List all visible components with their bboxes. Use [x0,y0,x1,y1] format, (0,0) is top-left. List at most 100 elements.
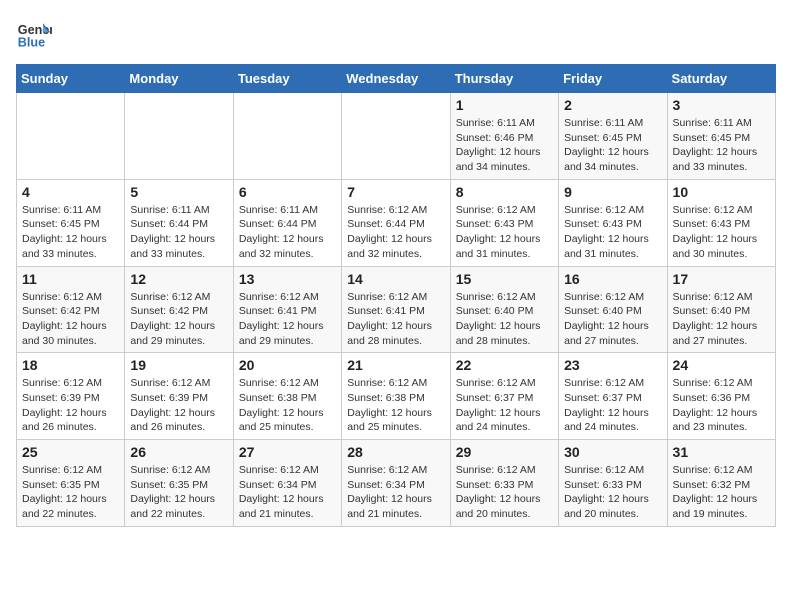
day-info: Sunrise: 6:12 AM Sunset: 6:35 PM Dayligh… [22,463,119,522]
day-info: Sunrise: 6:12 AM Sunset: 6:34 PM Dayligh… [347,463,444,522]
day-number: 4 [22,184,119,200]
day-number: 22 [456,357,553,373]
calendar-cell [125,93,233,180]
day-info: Sunrise: 6:12 AM Sunset: 6:40 PM Dayligh… [456,290,553,349]
day-info: Sunrise: 6:12 AM Sunset: 6:32 PM Dayligh… [673,463,770,522]
day-number: 2 [564,97,661,113]
calendar-cell: 14Sunrise: 6:12 AM Sunset: 6:41 PM Dayli… [342,266,450,353]
calendar-cell: 25 Sunrise: 6:12 AM Sunset: 6:35 PM Dayli… [17,440,125,527]
calendar-cell: 5 Sunrise: 6:11 AM Sunset: 6:44 PM Daylig… [125,179,233,266]
day-info: Sunrise: 6:12 AM Sunset: 6:43 PM Dayligh… [673,203,770,262]
day-info: Sunrise: 6:12 AM Sunset: 6:37 PM Dayligh… [456,376,553,435]
day-number: 3 [673,97,770,113]
header-day-thursday: Thursday [450,65,558,93]
day-info: Sunrise: 6:11 AM Sunset: 6:44 PM Dayligh… [239,203,336,262]
day-number: 7 [347,184,444,200]
day-number: 13 [239,271,336,287]
svg-text:Blue: Blue [18,36,45,50]
day-info: Sunrise: 6:12 AM Sunset: 6:44 PM Dayligh… [347,203,444,262]
calendar-cell: 12 Sunrise: 6:12 AM Sunset: 6:42 PM Dayli… [125,266,233,353]
day-info: Sunrise: 6:12 AM Sunset: 6:40 PM Dayligh… [673,290,770,349]
calendar-cell: 11Sunrise: 6:12 AM Sunset: 6:42 PM Dayli… [17,266,125,353]
day-info: Sunrise: 6:12 AM Sunset: 6:37 PM Dayligh… [564,376,661,435]
calendar-cell: 13 Sunrise: 6:12 AM Sunset: 6:41 PM Dayli… [233,266,341,353]
calendar-cell: 3 Sunrise: 6:11 AM Sunset: 6:45 PM Daylig… [667,93,775,180]
calendar-cell: 15 Sunrise: 6:12 AM Sunset: 6:40 PM Dayli… [450,266,558,353]
day-number: 27 [239,444,336,460]
week-row-3: 11 Sunrise: 6:12 AM Sunset: 6:42 PM Dayli… [17,266,776,353]
calendar-cell: 20 Sunrise: 6:12 AM Sunset: 6:38 PM Dayli… [233,353,341,440]
day-number: 10 [673,184,770,200]
logo-icon: General Blue [16,16,52,52]
day-number: 6 [239,184,336,200]
calendar-cell: 17 Sunrise: 6:12 AM Sunset: 6:40 PM Dayli… [667,266,775,353]
day-number: 29 [456,444,553,460]
day-info: Sunrise: 6:12 AM Sunset: 6:41 PM Dayligh… [239,290,336,349]
calendar-cell: 23Sunrise: 6:12 AM Sunset: 6:37 PM Dayli… [559,353,667,440]
calendar-cell: 6 Sunrise: 6:11 AM Sunset: 6:44 PM Daylig… [233,179,341,266]
calendar-cell: 22 Sunrise: 6:12 AM Sunset: 6:37 PM Dayli… [450,353,558,440]
day-info: Sunrise: 6:12 AM Sunset: 6:33 PM Dayligh… [564,463,661,522]
header-day-saturday: Saturday [667,65,775,93]
week-row-2: 4Sunrise: 6:11 AM Sunset: 6:45 PM Daylig… [17,179,776,266]
day-number: 25 [22,444,119,460]
header-day-friday: Friday [559,65,667,93]
day-info: Sunrise: 6:12 AM Sunset: 6:38 PM Dayligh… [347,376,444,435]
calendar-cell [17,93,125,180]
calendar-cell: 21 Sunrise: 6:12 AM Sunset: 6:38 PM Dayli… [342,353,450,440]
day-info: Sunrise: 6:12 AM Sunset: 6:35 PM Dayligh… [130,463,227,522]
day-number: 5 [130,184,227,200]
day-info: Sunrise: 6:11 AM Sunset: 6:45 PM Dayligh… [673,116,770,175]
day-info: Sunrise: 6:12 AM Sunset: 6:39 PM Dayligh… [22,376,119,435]
day-info: Sunrise: 6:12 AM Sunset: 6:43 PM Dayligh… [456,203,553,262]
calendar-cell: 26 Sunrise: 6:12 AM Sunset: 6:35 PM Dayli… [125,440,233,527]
calendar-cell: 7 Sunrise: 6:12 AM Sunset: 6:44 PM Daylig… [342,179,450,266]
day-info: Sunrise: 6:12 AM Sunset: 6:41 PM Dayligh… [347,290,444,349]
day-info: Sunrise: 6:12 AM Sunset: 6:39 PM Dayligh… [130,376,227,435]
day-number: 18 [22,357,119,373]
calendar-body: 1Sunrise: 6:11 AM Sunset: 6:46 PM Daylig… [17,93,776,527]
day-info: Sunrise: 6:12 AM Sunset: 6:38 PM Dayligh… [239,376,336,435]
day-info: Sunrise: 6:12 AM Sunset: 6:42 PM Dayligh… [130,290,227,349]
header-day-tuesday: Tuesday [233,65,341,93]
day-number: 19 [130,357,227,373]
day-number: 20 [239,357,336,373]
day-number: 26 [130,444,227,460]
week-row-5: 25 Sunrise: 6:12 AM Sunset: 6:35 PM Dayli… [17,440,776,527]
header-day-wednesday: Wednesday [342,65,450,93]
calendar-cell: 24 Sunrise: 6:12 AM Sunset: 6:36 PM Dayli… [667,353,775,440]
day-number: 12 [130,271,227,287]
day-info: Sunrise: 6:12 AM Sunset: 6:34 PM Dayligh… [239,463,336,522]
calendar-cell: 18 Sunrise: 6:12 AM Sunset: 6:39 PM Dayli… [17,353,125,440]
calendar-header: SundayMondayTuesdayWednesdayThursdayFrid… [17,65,776,93]
day-number: 30 [564,444,661,460]
calendar-cell [342,93,450,180]
calendar-cell: 10 Sunrise: 6:12 AM Sunset: 6:43 PM Dayli… [667,179,775,266]
day-number: 8 [456,184,553,200]
day-number: 28 [347,444,444,460]
day-info: Sunrise: 6:12 AM Sunset: 6:33 PM Dayligh… [456,463,553,522]
day-info: Sunrise: 6:11 AM Sunset: 6:44 PM Dayligh… [130,203,227,262]
day-info: Sunrise: 6:12 AM Sunset: 6:36 PM Dayligh… [673,376,770,435]
day-info: Sunrise: 6:12 AM Sunset: 6:40 PM Dayligh… [564,290,661,349]
calendar-cell: 16 Sunrise: 6:12 AM Sunset: 6:40 PM Dayli… [559,266,667,353]
header-row: SundayMondayTuesdayWednesdayThursdayFrid… [17,65,776,93]
day-number: 1 [456,97,553,113]
day-number: 24 [673,357,770,373]
calendar-cell: 1Sunrise: 6:11 AM Sunset: 6:46 PM Daylig… [450,93,558,180]
calendar-cell: 28 Sunrise: 6:12 AM Sunset: 6:34 PM Dayli… [342,440,450,527]
header-day-sunday: Sunday [17,65,125,93]
day-number: 15 [456,271,553,287]
day-number: 17 [673,271,770,287]
calendar-table: SundayMondayTuesdayWednesdayThursdayFrid… [16,64,776,527]
day-number: 11 [22,271,119,287]
calendar-cell: 31Sunrise: 6:12 AM Sunset: 6:32 PM Dayli… [667,440,775,527]
calendar-cell: 27 Sunrise: 6:12 AM Sunset: 6:34 PM Dayli… [233,440,341,527]
day-number: 16 [564,271,661,287]
calendar-cell: 8 Sunrise: 6:12 AM Sunset: 6:43 PM Daylig… [450,179,558,266]
week-row-4: 18 Sunrise: 6:12 AM Sunset: 6:39 PM Dayli… [17,353,776,440]
day-number: 21 [347,357,444,373]
calendar-cell: 2 Sunrise: 6:11 AM Sunset: 6:45 PM Daylig… [559,93,667,180]
day-info: Sunrise: 6:11 AM Sunset: 6:45 PM Dayligh… [564,116,661,175]
calendar-cell: 30 Sunrise: 6:12 AM Sunset: 6:33 PM Dayli… [559,440,667,527]
